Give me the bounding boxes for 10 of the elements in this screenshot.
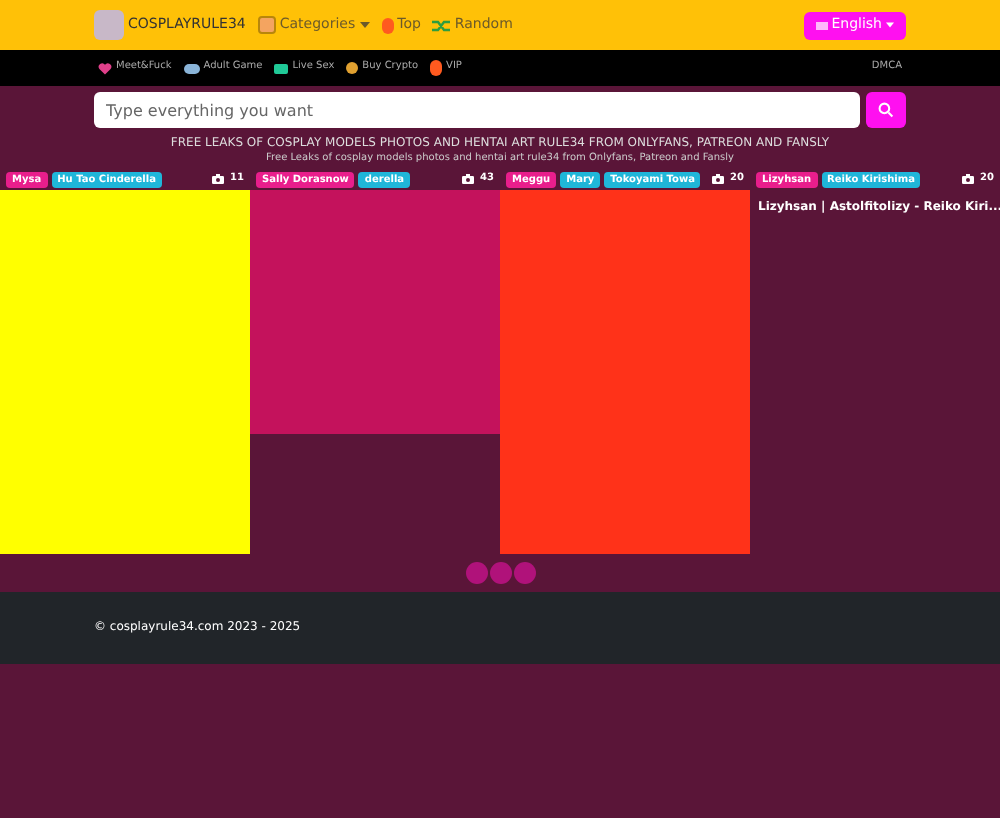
caret-icon <box>886 22 894 28</box>
search-icon <box>878 102 894 118</box>
search-field[interactable]: Type everything you want <box>94 92 860 128</box>
search-button[interactable] <box>866 92 906 128</box>
heart-icon <box>98 61 112 75</box>
logo-avatar[interactable] <box>94 10 124 40</box>
flag-icon <box>815 21 828 29</box>
shuffle-icon <box>432 17 451 33</box>
caret-icon <box>359 22 370 28</box>
coin-icon <box>346 62 359 74</box>
